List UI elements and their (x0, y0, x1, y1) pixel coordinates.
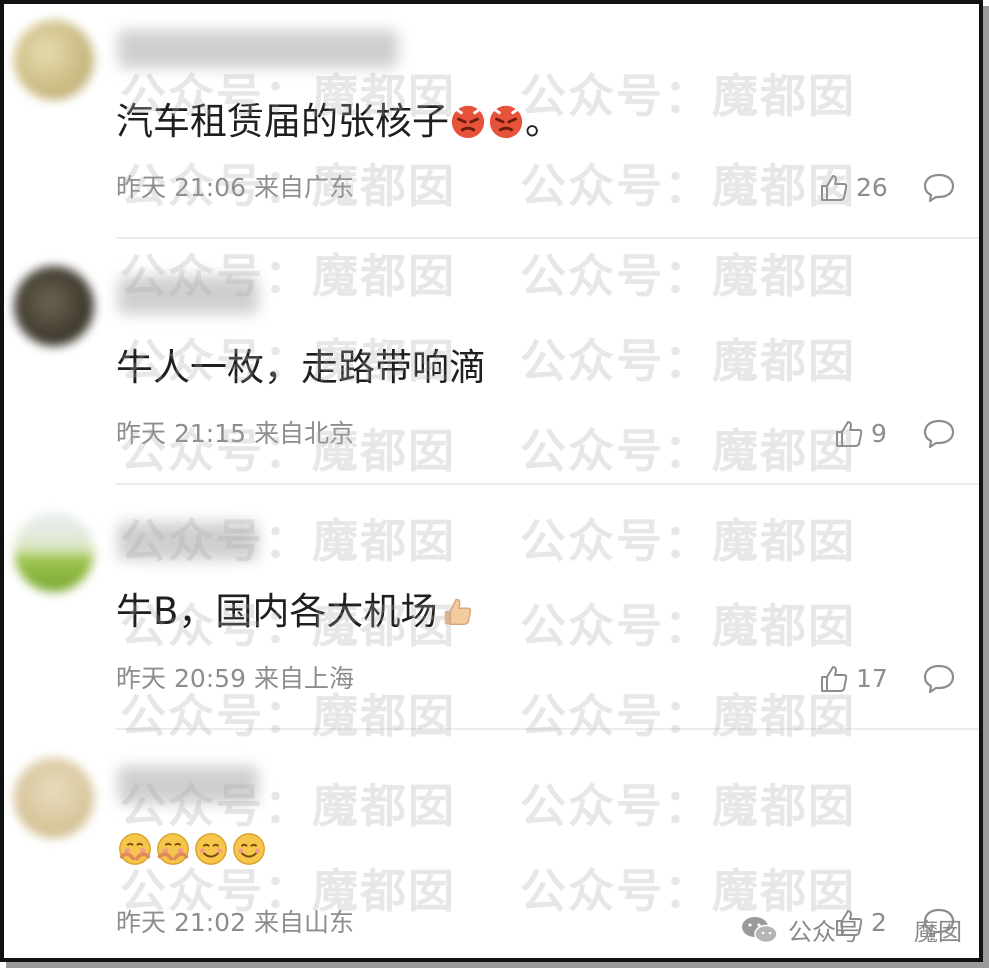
comment-body: 汽车租赁届的张核子 (116, 100, 449, 143)
screenshot-frame: 汽车租赁届的张核子 。 昨天 21:06 来自广东 26 牛人一枚，走路带响滴 昨… (0, 0, 989, 968)
divider (116, 728, 979, 730)
like-button[interactable]: 17 (818, 663, 888, 695)
watermark-text: 公众号：魔都囡 (520, 334, 856, 388)
nickname-blurred[interactable] (118, 30, 398, 68)
comment-meta: 昨天 21:15 来自北京 (116, 419, 354, 448)
brand-public-label: 公众号 (788, 918, 860, 946)
comment-body: 牛人一枚，走路带响滴 (116, 346, 486, 389)
divider (116, 483, 979, 485)
frame-border (0, 0, 4, 962)
angry-face-emoji (487, 100, 525, 143)
avatar[interactable] (14, 512, 94, 592)
comment-meta: 昨天 21:06 来自广东 (116, 173, 354, 202)
watermark-text: 公众号：魔都囡 (520, 599, 856, 653)
watermark-text: 公众号：魔都囡 (520, 514, 856, 568)
hug-face-emoji (116, 828, 154, 871)
comment-text (116, 828, 268, 872)
comment-suffix: 。 (525, 100, 562, 143)
comment-meta: 昨天 20:59 来自上海 (116, 664, 354, 693)
frame-shadow (6, 962, 989, 968)
watermark-text: 公众号：魔都囡 (520, 424, 856, 478)
like-count: 26 (856, 173, 888, 202)
reply-icon[interactable] (922, 663, 956, 695)
watermark-text: 公众号：魔都囡 (520, 249, 856, 303)
like-button[interactable]: 9 (833, 418, 887, 450)
like-count: 17 (856, 664, 888, 693)
thumbs-up-icon (821, 175, 848, 201)
thumbs-up-icon (821, 666, 848, 692)
comment-body: 牛B，国内各大机场 (116, 590, 438, 633)
comment-meta: 昨天 21:02 来自山东 (116, 908, 354, 937)
angry-face-emoji (449, 100, 487, 143)
frame-border (0, 0, 983, 4)
thumbs-up-icon (836, 421, 863, 447)
reply-icon[interactable] (922, 418, 956, 450)
nickname-blurred[interactable] (118, 522, 258, 560)
avatar[interactable] (14, 758, 94, 838)
comment-text: 汽车租赁届的张核子 。 (116, 100, 562, 144)
brand-name: 魔囡 (914, 918, 962, 946)
wechat-brand: 公众号 魔囡 (740, 912, 962, 947)
watermark-text: 公众号：魔都囡 (520, 779, 856, 833)
smile-face-emoji (192, 828, 230, 871)
comment-text: 牛人一枚，走路带响滴 (116, 346, 486, 390)
avatar[interactable] (14, 266, 94, 346)
watermark-text: 公众号：魔都囡 (520, 69, 856, 123)
watermark-text: 公众号：魔都囡 (520, 689, 856, 743)
frame-shadow (983, 6, 989, 968)
comment-text: 牛B，国内各大机场 (116, 590, 475, 634)
reply-icon[interactable] (922, 172, 956, 204)
smile-face-emoji (230, 828, 268, 871)
thumbs-up-emoji (437, 590, 475, 633)
nickname-blurred[interactable] (118, 766, 258, 804)
hug-face-emoji (154, 828, 192, 871)
like-count: 9 (871, 419, 887, 448)
watermark-text: 公众号：魔都囡 (520, 159, 856, 213)
nickname-blurred[interactable] (118, 276, 258, 314)
avatar[interactable] (14, 20, 94, 100)
divider (116, 237, 979, 239)
like-button[interactable]: 26 (818, 172, 888, 204)
wechat-icon (742, 916, 778, 943)
